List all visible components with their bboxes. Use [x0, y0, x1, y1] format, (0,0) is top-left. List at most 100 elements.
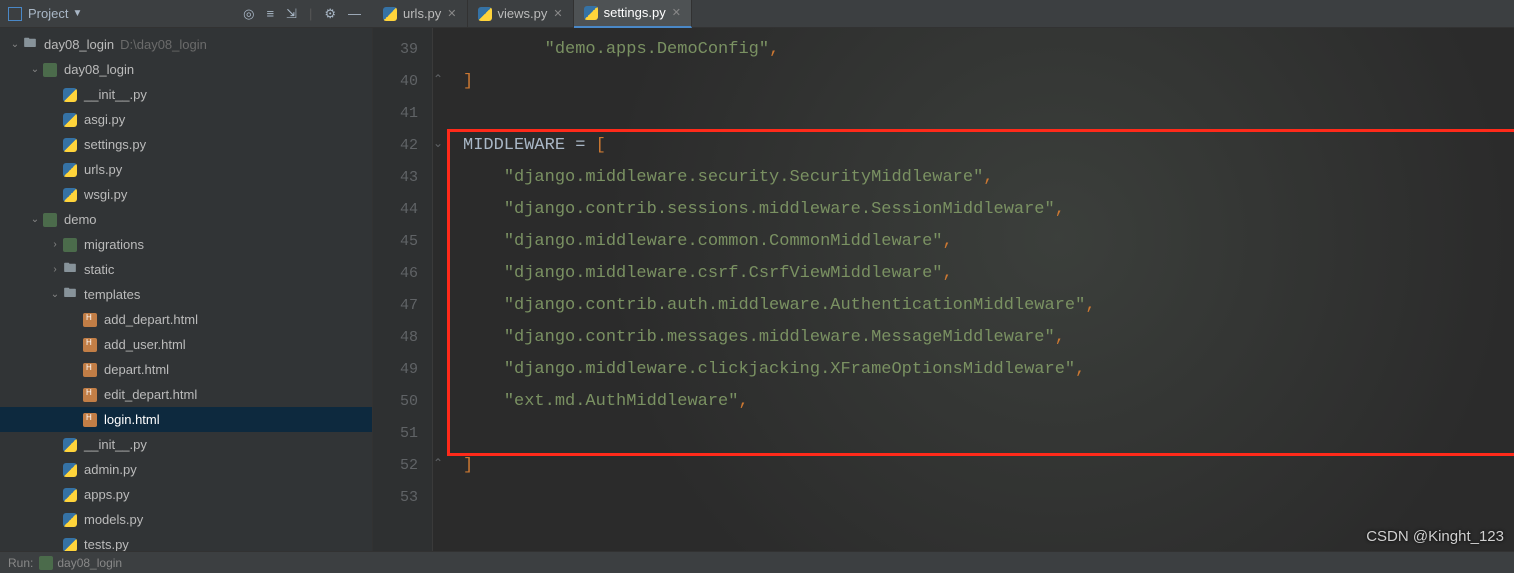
- tab-settings-py[interactable]: settings.py✕: [574, 0, 692, 28]
- code-line[interactable]: [463, 482, 1514, 514]
- code-area[interactable]: "demo.apps.DemoConfig",] MIDDLEWARE = [ "…: [433, 28, 1514, 551]
- code-line[interactable]: "django.middleware.clickjacking.XFrameOp…: [463, 354, 1514, 386]
- chevron-icon[interactable]: ⌄: [48, 289, 62, 300]
- line-number[interactable]: 39: [373, 34, 432, 66]
- html-file-icon: [82, 337, 98, 353]
- close-icon[interactable]: ✕: [672, 6, 681, 19]
- tree-item[interactable]: tests.py: [0, 532, 372, 551]
- line-number[interactable]: 48: [373, 322, 432, 354]
- tab-views-py[interactable]: views.py✕: [468, 0, 574, 28]
- code-line[interactable]: ]: [463, 66, 1514, 98]
- tree-label: add_user.html: [104, 337, 186, 352]
- line-number[interactable]: 45: [373, 226, 432, 258]
- tree-label: admin.py: [84, 462, 137, 477]
- line-number[interactable]: 51: [373, 418, 432, 450]
- line-number[interactable]: 41: [373, 98, 432, 130]
- code-line[interactable]: "django.middleware.security.SecurityMidd…: [463, 162, 1514, 194]
- editor-tabs: urls.py✕views.py✕settings.py✕: [373, 0, 1514, 28]
- code-line[interactable]: "demo.apps.DemoConfig",: [463, 34, 1514, 66]
- tree-item[interactable]: add_user.html: [0, 332, 372, 357]
- tree-item[interactable]: wsgi.py: [0, 182, 372, 207]
- line-number[interactable]: 47: [373, 290, 432, 322]
- tree-label: urls.py: [84, 162, 122, 177]
- tree-item[interactable]: edit_depart.html: [0, 382, 372, 407]
- html-file-icon: [82, 362, 98, 378]
- project-toolbar: ◎ ≡ ⇲ | ⚙ —: [243, 6, 361, 22]
- line-number[interactable]: 42: [373, 130, 432, 162]
- chevron-icon[interactable]: ⌄: [8, 39, 22, 50]
- tree-item[interactable]: ›migrations: [0, 232, 372, 257]
- python-file-icon: [62, 187, 78, 203]
- code-line[interactable]: "ext.md.AuthMiddleware",: [463, 386, 1514, 418]
- line-number[interactable]: 40: [373, 66, 432, 98]
- line-number[interactable]: 50: [373, 386, 432, 418]
- editor[interactable]: 394041424344454647484950515253 ⌃ ⌄ ⌃ "de…: [373, 28, 1514, 551]
- chevron-icon[interactable]: ›: [48, 264, 62, 275]
- code-line[interactable]: "django.middleware.csrf.CsrfViewMiddlewa…: [463, 258, 1514, 290]
- code-line[interactable]: "django.contrib.messages.middleware.Mess…: [463, 322, 1514, 354]
- code-line[interactable]: MIDDLEWARE = [: [463, 130, 1514, 162]
- tab-urls-py[interactable]: urls.py✕: [373, 0, 468, 28]
- tree-item[interactable]: __init__.py: [0, 432, 372, 457]
- line-number[interactable]: 44: [373, 194, 432, 226]
- folder-icon: 🖿: [62, 262, 78, 278]
- code-line[interactable]: "django.contrib.sessions.middleware.Sess…: [463, 194, 1514, 226]
- project-tree[interactable]: ⌄🖿day08_loginD:\day08_login⌄day08_login_…: [0, 28, 373, 551]
- project-dropdown[interactable]: Project ▼: [28, 6, 82, 21]
- close-icon[interactable]: ✕: [553, 7, 562, 20]
- status-bar: Run: day08_login: [0, 551, 1514, 573]
- gear-icon[interactable]: ⚙: [324, 6, 336, 22]
- python-file-icon: [62, 512, 78, 528]
- html-file-icon: [82, 412, 98, 428]
- tree-item[interactable]: models.py: [0, 507, 372, 532]
- python-file-icon: [584, 6, 598, 20]
- tree-item[interactable]: apps.py: [0, 482, 372, 507]
- python-file-icon: [62, 487, 78, 503]
- html-file-icon: [82, 387, 98, 403]
- line-number[interactable]: 53: [373, 482, 432, 514]
- line-number[interactable]: 46: [373, 258, 432, 290]
- tree-label: tests.py: [84, 537, 129, 551]
- close-icon[interactable]: ✕: [447, 7, 456, 20]
- tree-item[interactable]: ⌄day08_login: [0, 57, 372, 82]
- line-number[interactable]: 49: [373, 354, 432, 386]
- code-line[interactable]: "django.middleware.common.CommonMiddlewa…: [463, 226, 1514, 258]
- line-number[interactable]: 43: [373, 162, 432, 194]
- chevron-down-icon: ▼: [72, 8, 82, 19]
- chevron-icon[interactable]: ⌄: [28, 214, 42, 225]
- tree-item[interactable]: add_depart.html: [0, 307, 372, 332]
- project-panel-header: Project ▼ ◎ ≡ ⇲ | ⚙ —: [0, 6, 373, 22]
- code-line[interactable]: [463, 418, 1514, 450]
- python-file-icon: [62, 87, 78, 103]
- code-line[interactable]: ]: [463, 450, 1514, 482]
- tree-item[interactable]: login.html: [0, 407, 372, 432]
- collapse-icon[interactable]: ≡: [266, 6, 274, 22]
- tree-item[interactable]: ›🖿static: [0, 257, 372, 282]
- tree-item[interactable]: ⌄demo: [0, 207, 372, 232]
- tree-label: __init__.py: [84, 87, 147, 102]
- folder-icon: 🖿: [62, 287, 78, 303]
- line-number[interactable]: 52: [373, 450, 432, 482]
- python-file-icon: [62, 462, 78, 478]
- tree-item[interactable]: urls.py: [0, 157, 372, 182]
- django-folder-icon: [42, 212, 58, 228]
- tree-item[interactable]: ⌄🖿templates: [0, 282, 372, 307]
- tree-item[interactable]: ⌄🖿day08_loginD:\day08_login: [0, 32, 372, 57]
- run-target[interactable]: day08_login: [57, 556, 122, 570]
- expand-icon[interactable]: ⇲: [286, 6, 297, 22]
- tree-item[interactable]: depart.html: [0, 357, 372, 382]
- code-line[interactable]: [463, 98, 1514, 130]
- chevron-icon[interactable]: ›: [48, 239, 62, 250]
- code-line[interactable]: "django.contrib.auth.middleware.Authenti…: [463, 290, 1514, 322]
- gutter: 394041424344454647484950515253: [373, 28, 433, 551]
- locate-icon[interactable]: ◎: [243, 6, 254, 22]
- tree-item[interactable]: admin.py: [0, 457, 372, 482]
- tree-item[interactable]: asgi.py: [0, 107, 372, 132]
- minimize-icon[interactable]: —: [348, 6, 361, 22]
- tree-item[interactable]: settings.py: [0, 132, 372, 157]
- chevron-icon[interactable]: ⌄: [28, 64, 42, 75]
- main: ⌄🖿day08_loginD:\day08_login⌄day08_login_…: [0, 28, 1514, 551]
- django-icon: [39, 556, 53, 570]
- tree-label: day08_login: [44, 37, 114, 52]
- tree-item[interactable]: __init__.py: [0, 82, 372, 107]
